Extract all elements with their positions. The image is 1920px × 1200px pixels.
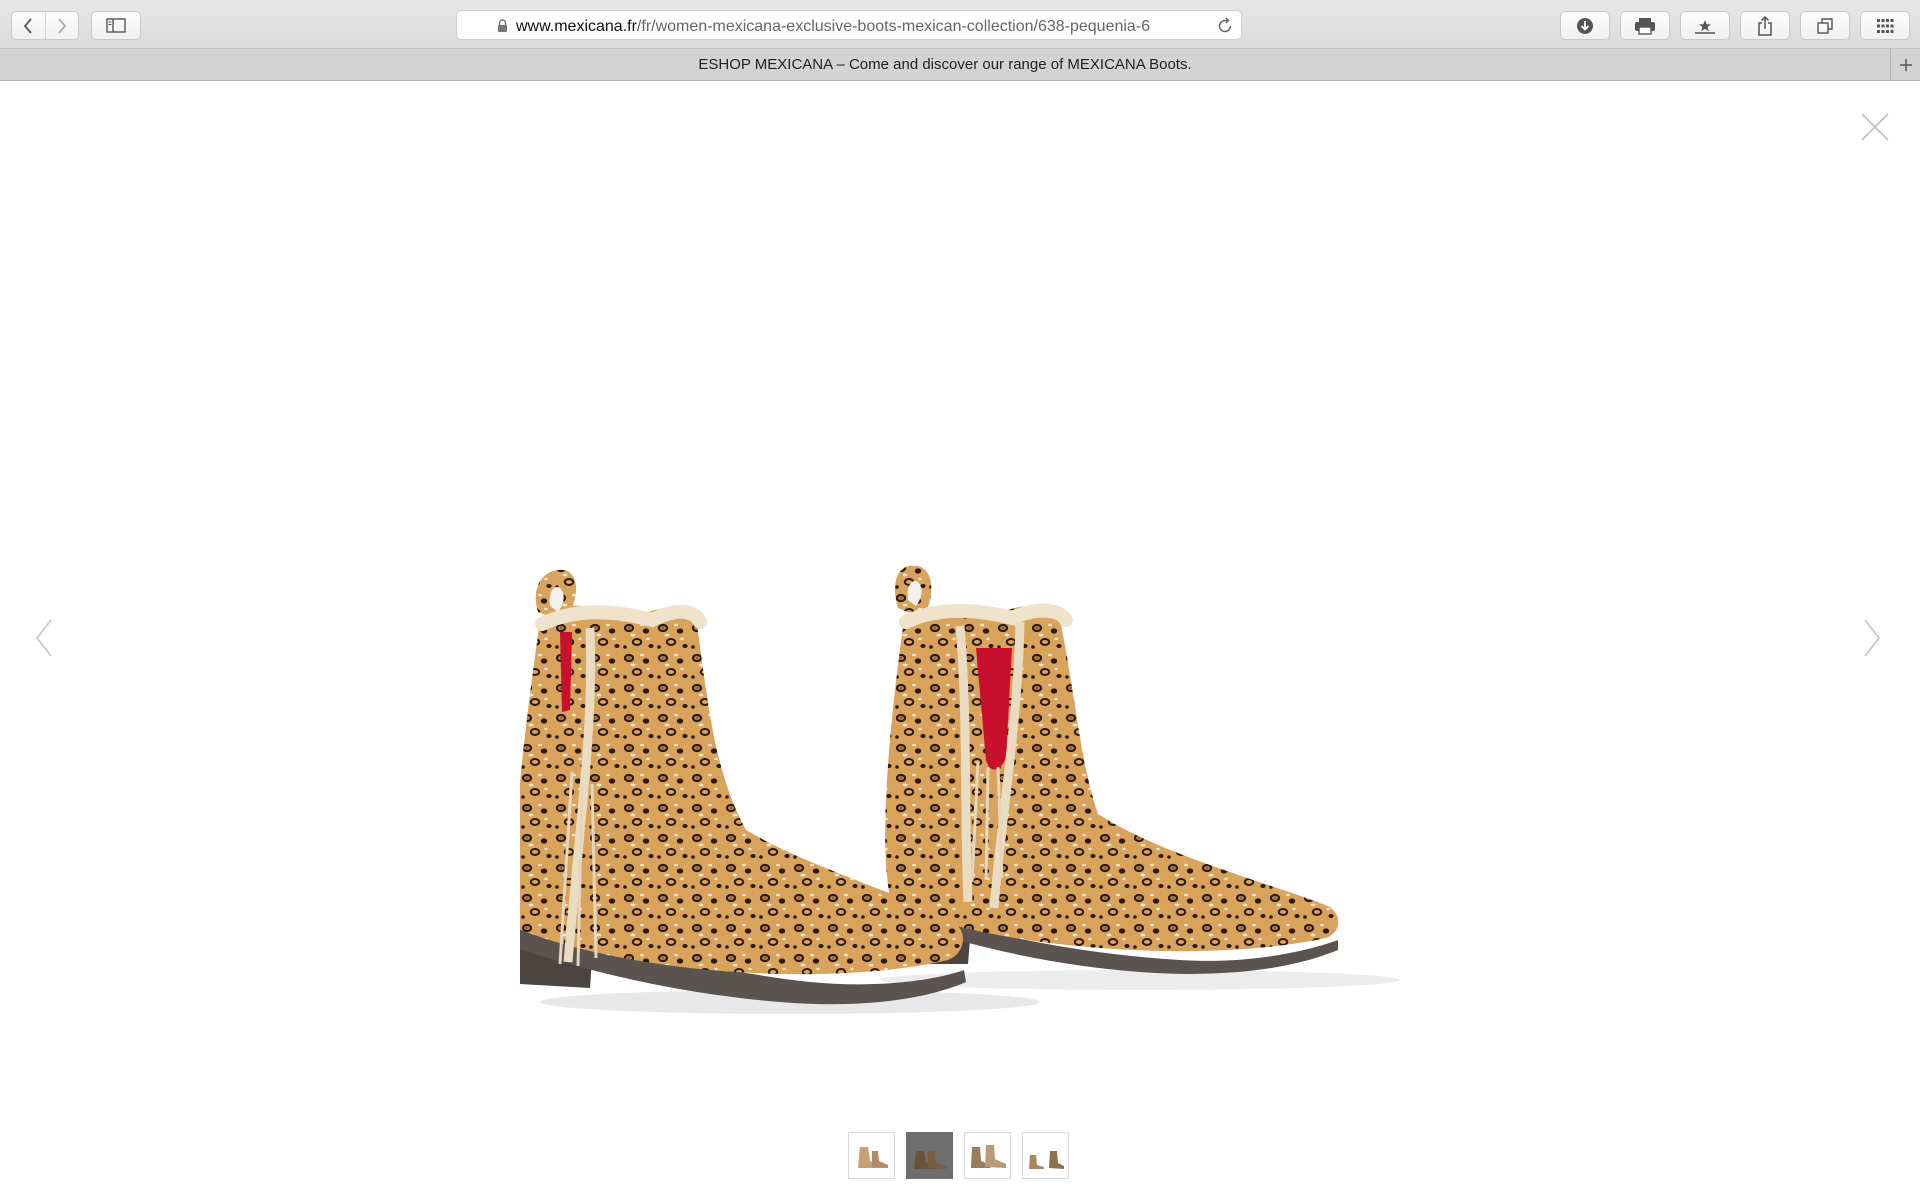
right-boot (885, 565, 1339, 974)
thumbnail-2-active[interactable] (906, 1132, 953, 1179)
boot-thumbnail-image (1028, 1150, 1064, 1169)
tabs-overview-button[interactable] (1800, 11, 1850, 40)
url-domain: www.mexicana.fr (516, 18, 637, 35)
forward-button[interactable] (44, 12, 78, 39)
sidebar-icon (106, 18, 126, 33)
star-icon (1695, 19, 1715, 34)
thumbnail-3[interactable] (964, 1132, 1011, 1179)
thumbnail-strip (848, 1132, 1069, 1180)
share-icon (1758, 15, 1772, 36)
boot-thumbnail-image (857, 1146, 888, 1168)
downloads-button[interactable] (1560, 11, 1610, 40)
boot-thumbnail-image (913, 1150, 947, 1169)
address-bar[interactable]: www.mexicana.fr/fr/women-mexicana-exclus… (456, 10, 1242, 40)
printer-icon (1635, 17, 1655, 35)
tabs-overview-icon (1817, 17, 1833, 34)
tab-title[interactable]: ESHOP MEXICANA – Come and discover our r… (0, 49, 1890, 80)
next-image-arrow[interactable] (1862, 618, 1882, 658)
reading-list-button[interactable] (1680, 11, 1730, 40)
previous-image-arrow[interactable] (34, 618, 54, 658)
chevron-left-icon (24, 17, 33, 34)
reload-icon[interactable] (1217, 17, 1233, 34)
back-button[interactable] (12, 12, 45, 39)
sidebar-button[interactable] (91, 11, 141, 40)
chevron-right-icon (58, 17, 67, 34)
image-lightbox (0, 82, 1920, 1200)
print-button[interactable] (1620, 11, 1670, 40)
navigation-buttons (11, 11, 79, 40)
download-icon (1577, 17, 1593, 34)
browser-toolbar: www.mexicana.fr/fr/women-mexicana-exclus… (0, 0, 1920, 49)
url-path: /fr/women-mexicana-exclusive-boots-mexic… (636, 18, 1151, 35)
grid-icon (1877, 18, 1894, 33)
lock-icon (498, 19, 507, 32)
plus-icon (1899, 58, 1912, 71)
thumbnail-1[interactable] (848, 1132, 895, 1179)
thumbnail-4[interactable] (1022, 1132, 1069, 1179)
share-button[interactable] (1740, 11, 1790, 40)
tab-bar: ESHOP MEXICANA – Come and discover our r… (0, 49, 1920, 81)
close-icon[interactable] (1860, 112, 1890, 142)
apps-button[interactable] (1860, 11, 1910, 40)
url-text[interactable]: www.mexicana.fr/fr/women-mexicana-exclus… (516, 18, 1198, 36)
boot-thumbnail-image (970, 1144, 1006, 1168)
product-image-boots (520, 565, 1400, 1014)
new-tab-button[interactable] (1890, 49, 1920, 80)
